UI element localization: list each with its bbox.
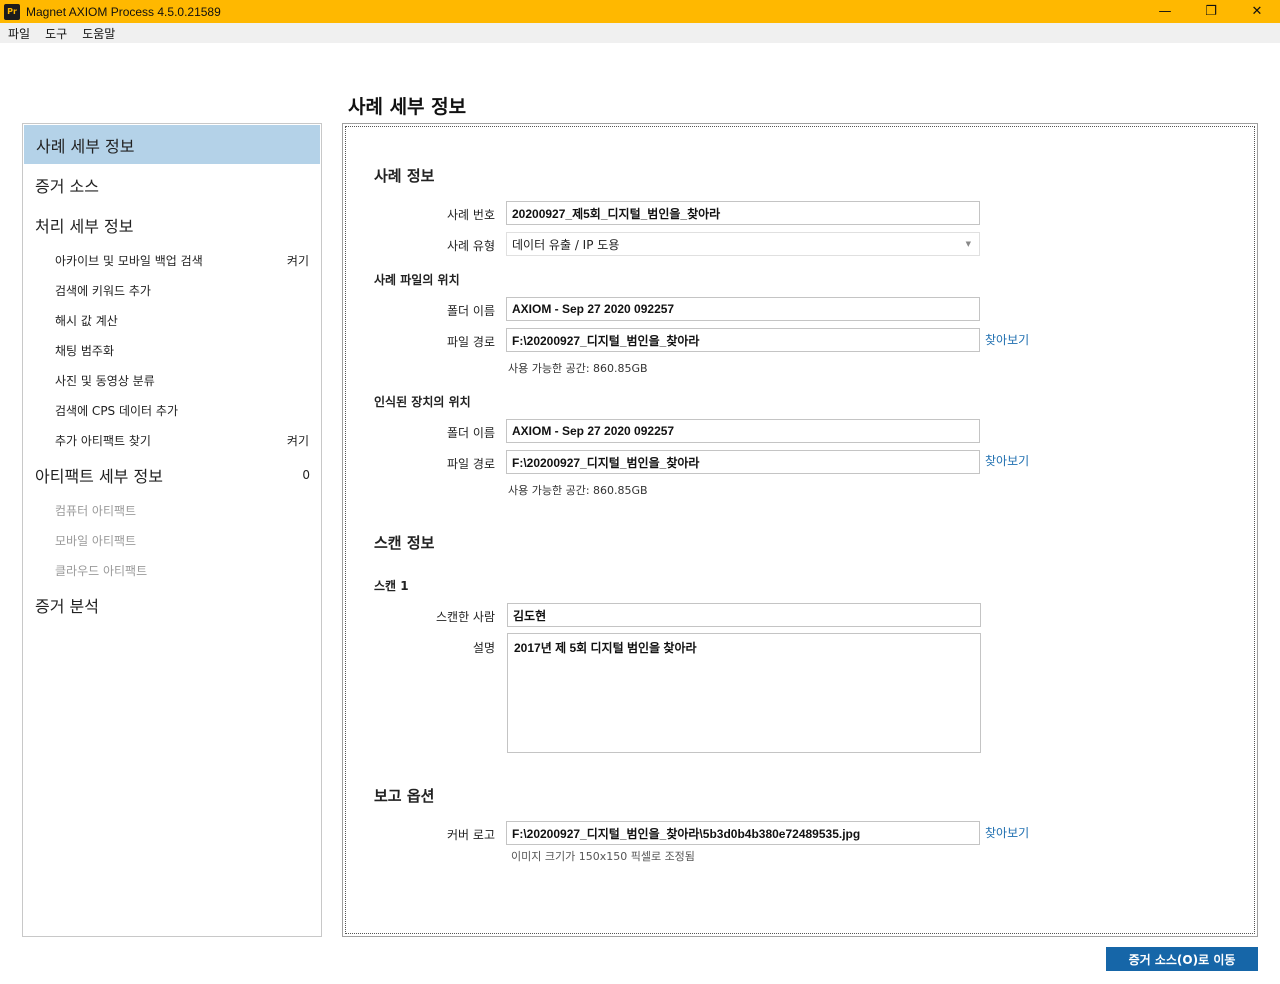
acquired-free-space: 사용 가능한 공간: 860.85GB: [508, 484, 648, 497]
sidebar-item-label: 해시 값 계산: [55, 313, 118, 328]
close-icon[interactable]: ✕: [1234, 0, 1280, 23]
description-textarea[interactable]: 2017년 제 5회 디지털 범인을 찾아라: [507, 633, 981, 753]
sidebar-item-label: 사진 및 동영상 분류: [55, 373, 155, 388]
sidebar-item-computer-artifacts: 컴퓨터 아티팩트: [23, 495, 321, 525]
acquired-path-browse-link[interactable]: 찾아보기: [985, 452, 1029, 469]
sidebar-item-label: 컴퓨터 아티팩트: [55, 503, 137, 518]
description-label: 설명: [472, 641, 495, 655]
sidebar-item-label: 추가 아티팩트 찾기: [55, 433, 151, 448]
page-title: 사례 세부 정보: [348, 96, 467, 118]
sidebar-item-mobile-artifacts: 모바일 아티팩트: [23, 525, 321, 555]
title-bar: Pr Magnet AXIOM Process 4.5.0.21589 — ❐ …: [0, 0, 1280, 23]
cover-logo-hint: 이미지 크기가 150x150 픽셀로 조정됨: [511, 850, 695, 863]
sidebar-item-label: 검색에 키워드 추가: [55, 283, 151, 298]
sidebar-item-media-classify[interactable]: 사진 및 동영상 분류: [23, 365, 321, 395]
case-path-label: 파일 경로: [447, 335, 495, 349]
sidebar-item-label: 증거 소스: [35, 177, 99, 196]
restore-icon[interactable]: ❐: [1188, 0, 1234, 23]
sidebar-item-label: 검색에 CPS 데이터 추가: [55, 403, 178, 418]
case-type-value: 데이터 유출 / IP 도용: [512, 237, 620, 252]
case-type-label: 사례 유형: [447, 239, 495, 253]
menu-file[interactable]: 파일: [0, 25, 37, 42]
section-case-info: 사례 정보: [374, 167, 435, 185]
sidebar-item-label: 아카이브 및 모바일 백업 검색: [55, 253, 203, 268]
case-type-select[interactable]: 데이터 유출 / IP 도용 ▼: [506, 232, 980, 256]
sidebar-item-artifact-details[interactable]: 아티팩트 세부 정보 0: [23, 455, 321, 495]
sidebar-item-chat-categorize[interactable]: 채팅 범주화: [23, 335, 321, 365]
minimize-icon[interactable]: —: [1142, 0, 1188, 23]
sidebar-item-label: 채팅 범주화: [55, 343, 115, 358]
sidebar-item-cloud-artifacts: 클라우드 아티팩트: [23, 555, 321, 585]
go-to-evidence-sources-button[interactable]: 증거 소스(O)로 이동: [1106, 947, 1258, 971]
sidebar: 사례 세부 정보 증거 소스 처리 세부 정보 아카이브 및 모바일 백업 검색…: [22, 123, 322, 937]
sidebar-item-keywords[interactable]: 검색에 키워드 추가: [23, 275, 321, 305]
sidebar-item-cps-data[interactable]: 검색에 CPS 데이터 추가: [23, 395, 321, 425]
sidebar-item-archive-search[interactable]: 아카이브 및 모바일 백업 검색 켜기: [23, 245, 321, 275]
case-path-browse-link[interactable]: 찾아보기: [985, 331, 1029, 348]
menu-bar: 파일 도구 도움말: [0, 23, 1280, 43]
acquired-folder-label: 폴더 이름: [447, 426, 495, 440]
chevron-down-icon: ▼: [965, 240, 971, 248]
case-folder-label: 폴더 이름: [447, 304, 495, 318]
sidebar-item-processing-details[interactable]: 처리 세부 정보: [23, 205, 321, 245]
sidebar-item-count: 0: [302, 468, 310, 482]
section-case-file-location: 사례 파일의 위치: [374, 273, 460, 287]
cover-logo-browse-link[interactable]: 찾아보기: [985, 824, 1029, 841]
case-number-input[interactable]: 20200927_제5회_디지털_범인을_찾아라: [506, 201, 980, 225]
sidebar-item-evidence-sources[interactable]: 증거 소스: [23, 165, 321, 205]
acquired-folder-input[interactable]: AXIOM - Sep 27 2020 092257: [506, 419, 980, 443]
window-title: Magnet AXIOM Process 4.5.0.21589: [26, 4, 221, 19]
sidebar-item-extra-artifacts[interactable]: 추가 아티팩트 찾기 켜기: [23, 425, 321, 455]
section-scan-info: 스캔 정보: [374, 534, 435, 552]
sidebar-item-evidence-analysis[interactable]: 증거 분석: [23, 585, 321, 625]
section-report-options: 보고 옵션: [374, 787, 435, 805]
sidebar-item-hash[interactable]: 해시 값 계산: [23, 305, 321, 335]
sidebar-item-label: 클라우드 아티팩트: [55, 563, 148, 578]
sidebar-item-case-details[interactable]: 사례 세부 정보: [24, 125, 320, 164]
cover-logo-input[interactable]: F:\20200927_디지털_범인을_찾아라\5b3d0b4b380e7248…: [506, 821, 980, 845]
window-controls: — ❐ ✕: [1142, 0, 1280, 23]
sidebar-item-label: 처리 세부 정보: [35, 217, 134, 236]
sidebar-item-status: 켜기: [286, 253, 309, 268]
scanned-by-label: 스캔한 사람: [435, 610, 495, 624]
sidebar-item-label: 아티팩트 세부 정보: [35, 467, 163, 486]
scanned-by-input[interactable]: 김도현: [507, 603, 981, 627]
menu-help[interactable]: 도움말: [74, 25, 122, 42]
acquired-path-input[interactable]: F:\20200927_디지털_범인을_찾아라: [506, 450, 980, 474]
sidebar-item-label: 모바일 아티팩트: [55, 533, 137, 548]
case-number-label: 사례 번호: [447, 208, 495, 222]
case-free-space: 사용 가능한 공간: 860.85GB: [508, 362, 648, 375]
cover-logo-label: 커버 로고: [447, 828, 495, 842]
sidebar-item-status: 켜기: [286, 433, 309, 448]
sidebar-item-label: 사례 세부 정보: [36, 136, 135, 156]
section-acquired-location: 인식된 장치의 위치: [374, 395, 471, 409]
case-details-panel: 사례 정보 사례 번호 20200927_제5회_디지털_범인을_찾아라 사례 …: [342, 123, 1258, 937]
case-path-input[interactable]: F:\20200927_디지털_범인을_찾아라: [506, 328, 980, 352]
acquired-path-label: 파일 경로: [447, 457, 495, 471]
scan-title: 스캔 1: [374, 579, 409, 593]
menu-tools[interactable]: 도구: [37, 25, 74, 42]
case-folder-input[interactable]: AXIOM - Sep 27 2020 092257: [506, 297, 980, 321]
app-logo-icon: Pr: [4, 3, 20, 20]
sidebar-item-label: 증거 분석: [35, 597, 99, 616]
